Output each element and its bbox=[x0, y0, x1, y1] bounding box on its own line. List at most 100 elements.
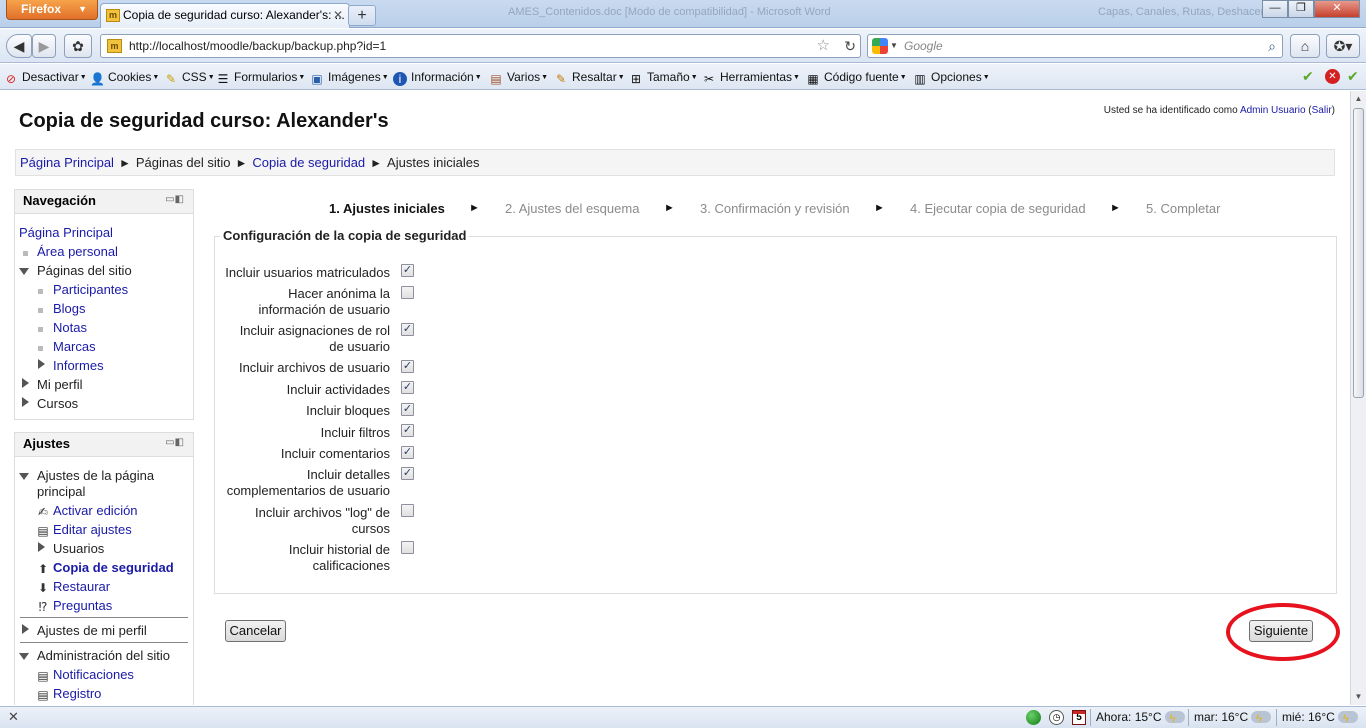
valid-check-icon[interactable]: ✔ bbox=[1347, 68, 1359, 84]
forward-button[interactable]: ▶ bbox=[32, 34, 56, 58]
checkbox-bloques[interactable]: ✓ bbox=[401, 403, 414, 416]
nav-notas-link[interactable]: Notas bbox=[53, 320, 87, 336]
checkbox-actividades[interactable]: ✓ bbox=[401, 381, 414, 394]
error-icon[interactable]: ✕ bbox=[1325, 69, 1340, 84]
checkbox-anonimizar[interactable] bbox=[401, 286, 414, 299]
reload-icon[interactable]: ↻ bbox=[844, 35, 856, 57]
back-button[interactable]: ◀ bbox=[6, 34, 32, 58]
ajustes-mi-perfil[interactable]: Ajustes de mi perfil bbox=[37, 623, 147, 639]
firefox-menu-button[interactable]: Firefox ▼ bbox=[6, 0, 98, 20]
editar-ajustes-link[interactable]: Editar ajustes bbox=[53, 522, 132, 538]
search-icon[interactable]: ⌕ bbox=[1268, 35, 1276, 57]
divider bbox=[1276, 709, 1277, 726]
devtool-resaltar[interactable]: ✎ Resaltar▼ bbox=[554, 68, 625, 86]
clock-icon[interactable]: ◷ bbox=[1049, 710, 1064, 725]
bookmark-star-icon[interactable]: ☆ bbox=[817, 35, 830, 57]
close-addon-bar-icon[interactable]: ✕ bbox=[8, 707, 19, 727]
checkbox-asignaciones-rol[interactable]: ✓ bbox=[401, 323, 414, 336]
weather-tuesday[interactable]: mar: 16°C bbox=[1194, 707, 1272, 727]
expanded-arrow-icon[interactable] bbox=[19, 653, 29, 660]
collapsed-arrow-icon[interactable] bbox=[22, 378, 29, 388]
nav-home-link[interactable]: Página Principal bbox=[19, 225, 113, 241]
checkbox-archivos-usuario[interactable]: ✓ bbox=[401, 360, 414, 373]
backup-icon: ⬆ bbox=[37, 562, 49, 576]
globe-icon[interactable] bbox=[1026, 710, 1041, 725]
notificaciones-link[interactable]: Notificaciones bbox=[53, 667, 134, 683]
devtool-informacion[interactable]: i Información▼ bbox=[393, 68, 482, 86]
devtool-tamano[interactable]: ⊞ Tamaño▼ bbox=[629, 68, 698, 86]
new-tab-button[interactable]: + bbox=[348, 5, 376, 26]
extension-button[interactable]: ✿ bbox=[64, 34, 92, 58]
settings-front-page[interactable]: Ajustes de la página principal bbox=[37, 468, 182, 500]
step-arrow-icon: ► bbox=[469, 202, 480, 214]
url-bar[interactable]: m http://localhost/moodle/backup/backup.… bbox=[100, 34, 861, 58]
devtool-imagenes[interactable]: ▣ Imágenes▼ bbox=[310, 68, 388, 86]
chevron-down-icon[interactable]: ▼ bbox=[890, 35, 898, 57]
nav-mi-perfil[interactable]: Mi perfil bbox=[37, 377, 83, 393]
breadcrumb-backup-link[interactable]: Copia de seguridad bbox=[252, 155, 365, 170]
chevron-down-icon: ▼ bbox=[899, 74, 907, 81]
checkbox-comentarios[interactable]: ✓ bbox=[401, 446, 414, 459]
nav-blogs-link[interactable]: Blogs bbox=[53, 301, 86, 317]
checkbox-incluir-usuarios[interactable]: ✓ bbox=[401, 264, 414, 277]
settings-usuarios[interactable]: Usuarios bbox=[53, 541, 104, 557]
checkbox-historial-calificaciones[interactable] bbox=[401, 541, 414, 554]
nav-site-pages[interactable]: Páginas del sitio bbox=[37, 263, 132, 279]
logout-link[interactable]: Salir bbox=[1312, 105, 1332, 116]
collapsed-arrow-icon[interactable] bbox=[22, 624, 29, 634]
user-profile-link[interactable]: Admin Usuario bbox=[1240, 105, 1306, 116]
maximize-icon: ❐ bbox=[1296, 2, 1306, 14]
cancel-button[interactable]: Cancelar bbox=[225, 620, 286, 642]
expanded-arrow-icon[interactable] bbox=[19, 473, 29, 480]
home-button[interactable]: ⌂ bbox=[1290, 34, 1320, 58]
calendar-icon[interactable]: 5 bbox=[1072, 710, 1086, 725]
scroll-up-icon[interactable]: ▲ bbox=[1351, 91, 1366, 106]
expanded-arrow-icon[interactable] bbox=[19, 268, 29, 275]
options-icon: ▥ bbox=[914, 72, 926, 86]
nav-marcas-link[interactable]: Marcas bbox=[53, 339, 96, 355]
nav-informes-link[interactable]: Informes bbox=[53, 358, 104, 374]
home-icon: ⌂ bbox=[1300, 38, 1310, 54]
devtool-formularios[interactable]: ☰ Formularios▼ bbox=[216, 68, 306, 86]
collapsed-arrow-icon[interactable] bbox=[38, 359, 45, 369]
tab-close-icon[interactable]: ✕ bbox=[333, 4, 343, 26]
checkbox-detalles-usuario[interactable]: ✓ bbox=[401, 467, 414, 480]
restaurar-link[interactable]: Restaurar bbox=[53, 579, 110, 595]
search-input[interactable]: ▼ Google ⌕ bbox=[867, 34, 1283, 58]
collapsed-arrow-icon[interactable] bbox=[22, 397, 29, 407]
checkbox-archivos-log[interactable] bbox=[401, 504, 414, 517]
nav-cursos[interactable]: Cursos bbox=[37, 396, 78, 412]
registro-link[interactable]: Registro bbox=[53, 686, 101, 702]
devtool-herramientas[interactable]: ✂ Herramientas▼ bbox=[702, 68, 800, 86]
devtool-opciones[interactable]: ▥ Opciones▼ bbox=[913, 68, 989, 86]
breadcrumb-home-link[interactable]: Página Principal bbox=[20, 155, 114, 170]
collapsed-arrow-icon[interactable] bbox=[38, 542, 45, 552]
devtool-varios[interactable]: ▤ Varios▼ bbox=[489, 68, 548, 86]
valid-check-icon[interactable]: ✔ bbox=[1302, 68, 1314, 84]
checkbox-filtros[interactable]: ✓ bbox=[401, 424, 414, 437]
devtool-cookies[interactable]: 👤 Cookies▼ bbox=[90, 68, 159, 86]
page-scrollbar[interactable]: ▲ ▼ bbox=[1350, 91, 1366, 705]
weather-wednesday[interactable]: mié: 16°C bbox=[1282, 707, 1358, 727]
block-controls-icon[interactable]: ▭◧ bbox=[165, 195, 184, 205]
administracion-sitio[interactable]: Administración del sitio bbox=[37, 648, 170, 664]
nav-participantes-link[interactable]: Participantes bbox=[53, 282, 128, 298]
bookmarks-menu-button[interactable]: ✪▾ bbox=[1326, 34, 1360, 58]
devtool-desactivar[interactable]: ⊘ Desactivar▼ bbox=[4, 68, 87, 86]
scroll-down-icon[interactable]: ▼ bbox=[1351, 689, 1366, 704]
minimize-button[interactable]: — bbox=[1262, 0, 1288, 18]
bullet-icon bbox=[38, 327, 43, 332]
browser-tab[interactable]: m Copia de seguridad curso: Alexander's:… bbox=[100, 3, 350, 28]
chevron-down-icon: ▼ bbox=[793, 74, 800, 81]
weather-now[interactable]: Ahora: 15°C bbox=[1096, 707, 1185, 727]
activar-edicion-link[interactable]: Activar edición bbox=[53, 503, 138, 519]
close-window-button[interactable]: ✕ bbox=[1314, 0, 1360, 18]
devtool-codigo-fuente[interactable]: ▦ Código fuente▼ bbox=[806, 68, 907, 86]
copia-de-seguridad-link[interactable]: Copia de seguridad bbox=[53, 560, 174, 576]
nav-area-personal-link[interactable]: Área personal bbox=[37, 244, 118, 260]
preguntas-link[interactable]: Preguntas bbox=[53, 598, 112, 614]
devtool-css[interactable]: ✎ CSS▼ bbox=[164, 68, 215, 86]
block-controls-icon[interactable]: ▭◧ bbox=[165, 438, 184, 448]
maximize-button[interactable]: ❐ bbox=[1288, 0, 1314, 18]
scrollbar-thumb[interactable] bbox=[1353, 108, 1364, 398]
